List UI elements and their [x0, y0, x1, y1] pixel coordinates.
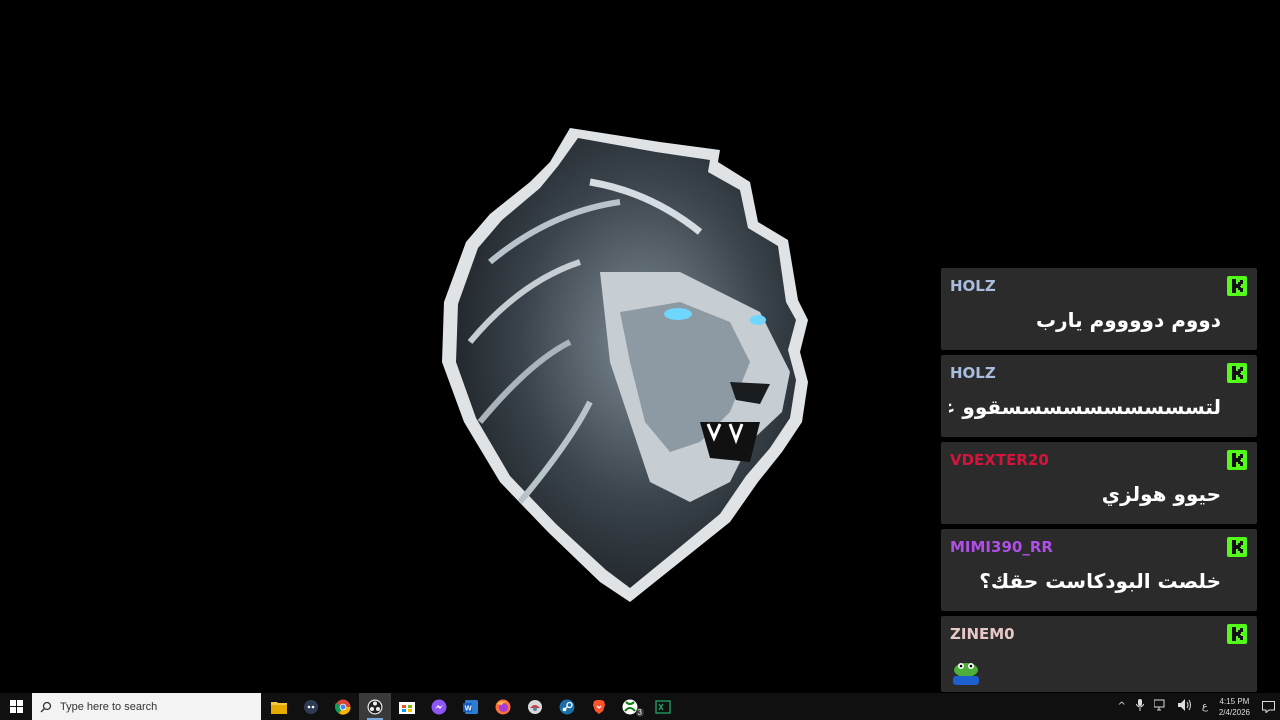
clock[interactable]: 4:15 PM 2/4/2026 — [1219, 696, 1250, 718]
search-box[interactable]: Type here to search — [32, 693, 261, 720]
notification-icon[interactable] — [1256, 693, 1280, 720]
language-indicator[interactable]: ع — [1202, 701, 1208, 712]
volume-icon[interactable] — [1177, 699, 1192, 714]
kick-icon — [1227, 276, 1247, 296]
chat-username: ZINEM0 — [950, 625, 1015, 643]
store-icon[interactable] — [391, 693, 423, 720]
chevron-up-icon[interactable]: ^ — [1118, 701, 1126, 712]
chat-message: MIMI390_RR خلصت البودكاست حقك؟ — [941, 529, 1257, 611]
obs-icon[interactable] — [359, 693, 391, 720]
chat-username: MIMI390_RR — [950, 538, 1053, 556]
kick-icon — [1227, 624, 1247, 644]
search-icon — [40, 701, 52, 712]
kick-icon — [1227, 363, 1247, 383]
windows-icon — [9, 700, 23, 713]
chat-text: خلصت البودكاست حقك؟ — [979, 569, 1221, 593]
chat-text: دووم دووووم يارب — [1036, 308, 1221, 332]
steam-icon[interactable] — [551, 693, 583, 720]
chat-message: HOLZ لتسسسسسسسسسسقوو عاشو — [941, 355, 1257, 437]
excel-icon[interactable] — [647, 693, 679, 720]
xbox-icon[interactable]: 3 — [615, 693, 647, 720]
chat-overlay: HOLZ دووم دووووم يارب HOLZ لتسسسسسسسسسسق… — [941, 268, 1257, 692]
clock-date: 2/4/2026 — [1218, 707, 1250, 717]
microphone-icon[interactable] — [1135, 699, 1145, 714]
network-icon[interactable] — [1153, 699, 1168, 714]
chat-text: حيوو هولزي — [1101, 482, 1221, 506]
clock-time: 4:15 PM — [1219, 696, 1250, 706]
xbox-badge: 3 — [635, 708, 644, 717]
chat-message: HOLZ دووم دووووم يارب — [941, 268, 1257, 350]
messenger-icon[interactable] — [423, 693, 455, 720]
lion-logo-icon — [442, 128, 808, 602]
desktop: HOLZ دووم دووووم يارب HOLZ لتسسسسسسسسسسق… — [0, 0, 1280, 693]
frog-emote-icon — [953, 663, 979, 685]
firefox-icon[interactable] — [487, 693, 519, 720]
app-icon[interactable] — [519, 693, 551, 720]
chat-text: لتسسسسسسسسسسقوو عاشو — [949, 395, 1221, 419]
chat-username: VDEXTER20 — [950, 451, 1049, 469]
kick-icon — [1227, 450, 1247, 470]
chat-username: HOLZ — [950, 277, 996, 295]
lion-wallpaper — [430, 122, 820, 607]
taskbar: Type here to search W 3 ^ ع 4:15 PM 2/4/… — [0, 693, 1280, 720]
start-button[interactable] — [0, 693, 32, 720]
search-placeholder: Type here to search — [60, 700, 158, 713]
file-explorer-icon[interactable] — [263, 693, 295, 720]
system-tray: ^ ع 4:15 PM 2/4/2026 — [1113, 693, 1280, 720]
chat-message: ZINEM0 — [941, 616, 1257, 692]
kick-icon — [1227, 537, 1247, 557]
svg-text:W: W — [465, 703, 473, 712]
chat-username: HOLZ — [950, 364, 996, 382]
chrome-icon[interactable] — [327, 693, 359, 720]
taskbar-apps: W 3 — [263, 693, 679, 720]
discord-icon[interactable] — [295, 693, 327, 720]
word-icon[interactable]: W — [455, 693, 487, 720]
brave-icon[interactable] — [583, 693, 615, 720]
chat-message: VDEXTER20 حيوو هولزي — [941, 442, 1257, 524]
